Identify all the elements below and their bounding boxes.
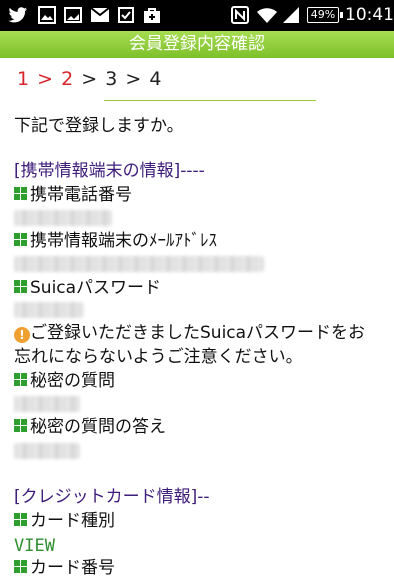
clock: 10:41	[345, 5, 394, 25]
suica-password-label: Suicaパスワード	[30, 278, 162, 298]
status-bar: 49% 10:41	[0, 0, 394, 31]
step-divider	[104, 100, 316, 101]
step-2: 2	[61, 68, 75, 90]
warning-text-2: 忘れにならないようご注意ください。	[14, 347, 303, 367]
warning-text-1: ご登録いただきましたSuicaパスワードをお	[30, 323, 366, 343]
mobile-section-heading: [携帯情報端末の情報]----	[14, 161, 205, 181]
step-separator: >	[125, 68, 143, 90]
phone-label-row: 携帯電話番号	[14, 184, 132, 206]
secret-question-value-redacted	[14, 396, 80, 412]
card-section-heading: [クレジットカード情報]--	[14, 487, 210, 507]
email-label-row: 携帯情報端末のﾒｰﾙｱﾄﾞﾚｽ	[14, 230, 217, 252]
step-4: 4	[149, 68, 163, 90]
step-indicator: 1 > 2 > 3 > 4	[17, 68, 162, 90]
warning-line-1: ! ご登録いただきましたSuicaパスワードをお	[14, 322, 365, 344]
page-title: 会員登録内容確認	[0, 31, 394, 58]
step-1: 1	[17, 68, 31, 90]
step-separator: >	[37, 68, 55, 90]
suica-password-value-redacted	[14, 302, 84, 318]
battery-indicator: 49%	[307, 7, 343, 23]
secret-question-label: 秘密の質問	[30, 371, 115, 391]
step-separator: >	[81, 68, 99, 90]
warning-icon: !	[14, 327, 30, 343]
nfc-icon	[231, 6, 249, 24]
secret-answer-label: 秘密の質問の答え	[30, 417, 166, 437]
email-label: 携帯情報端末のﾒｰﾙｱﾄﾞﾚｽ	[30, 231, 217, 251]
phone-label: 携帯電話番号	[30, 185, 132, 205]
intro-text: 下記で登録しますか。	[14, 116, 184, 136]
phone-value-redacted	[14, 210, 112, 226]
secret-answer-value-redacted	[14, 443, 80, 459]
green-square-icon	[14, 419, 28, 433]
bag-icon	[144, 8, 160, 23]
green-square-icon	[14, 373, 28, 387]
card-type-label: カード種別	[30, 511, 115, 531]
card-number-label-row: カード番号	[14, 557, 115, 579]
card-type-value: VIEW	[14, 536, 55, 556]
twitter-icon	[8, 7, 27, 23]
signal-icon	[283, 7, 299, 23]
card-type-label-row: カード種別	[14, 510, 115, 532]
email-value-redacted	[14, 256, 264, 272]
green-square-icon	[14, 513, 28, 527]
mail-icon	[90, 7, 110, 22]
green-square-icon	[14, 560, 28, 574]
card-number-label: カード番号	[30, 558, 115, 578]
checkbox-icon	[118, 7, 134, 23]
secret-question-label-row: 秘密の質問	[14, 370, 115, 392]
gallery-icon	[64, 7, 82, 23]
green-square-icon	[14, 233, 28, 247]
wifi-icon	[257, 8, 277, 23]
step-3: 3	[105, 68, 119, 90]
suica-password-label-row: Suicaパスワード	[14, 277, 161, 299]
green-square-icon	[14, 187, 28, 201]
secret-answer-label-row: 秘密の質問の答え	[14, 416, 166, 438]
image-icon	[38, 6, 56, 24]
green-square-icon	[14, 280, 28, 294]
